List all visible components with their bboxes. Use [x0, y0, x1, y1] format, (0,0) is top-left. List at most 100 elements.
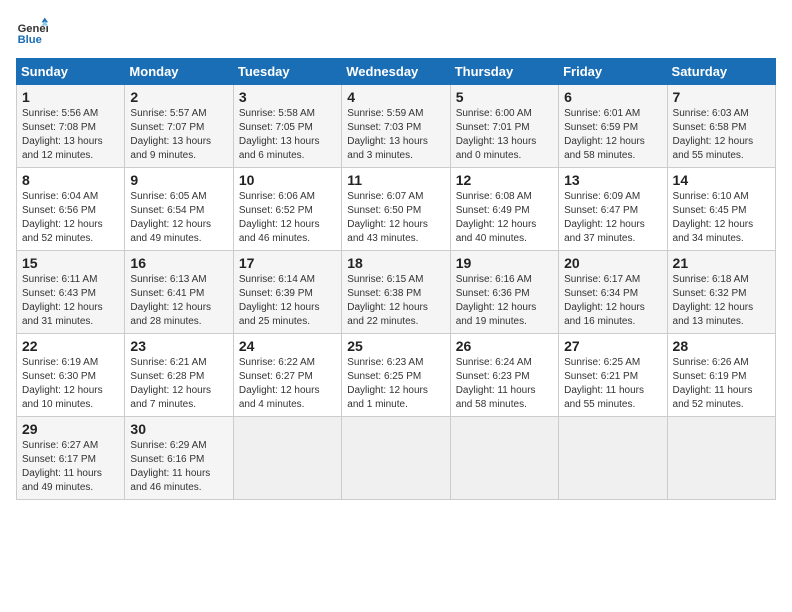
day-cell: 22 Sunrise: 6:19 AMSunset: 6:30 PMDayligh… — [17, 334, 125, 417]
empty-cell — [667, 417, 775, 500]
calendar-week-row: 15 Sunrise: 6:11 AMSunset: 6:43 PMDayligh… — [17, 251, 776, 334]
day-cell: 20Sunrise: 6:17 AMSunset: 6:34 PMDayligh… — [559, 251, 667, 334]
day-number: 5 — [456, 89, 553, 105]
page-header: General Blue — [16, 16, 776, 48]
day-cell: 25 Sunrise: 6:23 AMSunset: 6:25 PMDayligh… — [342, 334, 450, 417]
day-number: 24 — [239, 338, 336, 354]
header-saturday: Saturday — [667, 59, 775, 85]
day-cell: 30 Sunrise: 6:29 AMSunset: 6:16 PMDayligh… — [125, 417, 233, 500]
day-number: 15 — [22, 255, 119, 271]
day-info: Sunrise: 6:14 AMSunset: 6:39 PMDaylight:… — [239, 273, 336, 329]
day-info: Sunrise: 6:17 AMSunset: 6:34 PMDaylight:… — [564, 273, 661, 329]
day-info: Sunrise: 6:11 AMSunset: 6:43 PMDaylight:… — [22, 273, 119, 329]
day-info: Sunrise: 6:29 AMSunset: 6:16 PMDaylight:… — [130, 439, 227, 495]
empty-cell — [342, 417, 450, 500]
day-info: Sunrise: 6:18 AMSunset: 6:32 PMDaylight:… — [673, 273, 770, 329]
day-info: Sunrise: 6:22 AMSunset: 6:27 PMDaylight:… — [239, 356, 336, 412]
day-info: Sunrise: 6:13 AMSunset: 6:41 PMDaylight:… — [130, 273, 227, 329]
day-info: Sunrise: 6:25 AMSunset: 6:21 PMDaylight:… — [564, 356, 661, 412]
day-cell: 3 Sunrise: 5:58 AMSunset: 7:05 PMDaylight… — [233, 85, 341, 168]
day-cell: 23 Sunrise: 6:21 AMSunset: 6:28 PMDayligh… — [125, 334, 233, 417]
day-info: Sunrise: 6:00 AMSunset: 7:01 PMDaylight:… — [456, 107, 553, 163]
day-cell: 28 Sunrise: 6:26 AMSunset: 6:19 PMDayligh… — [667, 334, 775, 417]
calendar-week-row: 1 Sunrise: 5:56 AMSunset: 7:08 PMDaylight… — [17, 85, 776, 168]
day-number: 25 — [347, 338, 444, 354]
day-info: Sunrise: 5:56 AMSunset: 7:08 PMDaylight:… — [22, 107, 119, 163]
header-sunday: Sunday — [17, 59, 125, 85]
day-number: 8 — [22, 172, 119, 188]
calendar-table: SundayMondayTuesdayWednesdayThursdayFrid… — [16, 58, 776, 500]
day-cell: 16 Sunrise: 6:13 AMSunset: 6:41 PMDayligh… — [125, 251, 233, 334]
day-number: 11 — [347, 172, 444, 188]
day-info: Sunrise: 5:59 AMSunset: 7:03 PMDaylight:… — [347, 107, 444, 163]
day-cell: 15 Sunrise: 6:11 AMSunset: 6:43 PMDayligh… — [17, 251, 125, 334]
day-info: Sunrise: 6:01 AMSunset: 6:59 PMDaylight:… — [564, 107, 661, 163]
day-cell: 4 Sunrise: 5:59 AMSunset: 7:03 PMDaylight… — [342, 85, 450, 168]
day-cell: 10 Sunrise: 6:06 AMSunset: 6:52 PMDayligh… — [233, 168, 341, 251]
day-number: 14 — [673, 172, 770, 188]
day-cell: 12 Sunrise: 6:08 AMSunset: 6:49 PMDayligh… — [450, 168, 558, 251]
day-number: 12 — [456, 172, 553, 188]
header-thursday: Thursday — [450, 59, 558, 85]
day-cell: 2 Sunrise: 5:57 AMSunset: 7:07 PMDaylight… — [125, 85, 233, 168]
day-cell: 27 Sunrise: 6:25 AMSunset: 6:21 PMDayligh… — [559, 334, 667, 417]
day-info: Sunrise: 6:08 AMSunset: 6:49 PMDaylight:… — [456, 190, 553, 246]
calendar-header-row: SundayMondayTuesdayWednesdayThursdayFrid… — [17, 59, 776, 85]
day-info: Sunrise: 6:24 AMSunset: 6:23 PMDaylight:… — [456, 356, 553, 412]
day-number: 23 — [130, 338, 227, 354]
day-number: 13 — [564, 172, 661, 188]
day-info: Sunrise: 6:03 AMSunset: 6:58 PMDaylight:… — [673, 107, 770, 163]
calendar-week-row: 22 Sunrise: 6:19 AMSunset: 6:30 PMDayligh… — [17, 334, 776, 417]
day-number: 1 — [22, 89, 119, 105]
day-number: 19 — [456, 255, 553, 271]
header-friday: Friday — [559, 59, 667, 85]
day-cell: 26 Sunrise: 6:24 AMSunset: 6:23 PMDayligh… — [450, 334, 558, 417]
day-cell: 9 Sunrise: 6:05 AMSunset: 6:54 PMDaylight… — [125, 168, 233, 251]
header-tuesday: Tuesday — [233, 59, 341, 85]
day-number: 4 — [347, 89, 444, 105]
day-number: 17 — [239, 255, 336, 271]
day-info: Sunrise: 6:23 AMSunset: 6:25 PMDaylight:… — [347, 356, 444, 412]
day-number: 3 — [239, 89, 336, 105]
day-number: 30 — [130, 421, 227, 437]
day-cell: 1 Sunrise: 5:56 AMSunset: 7:08 PMDaylight… — [17, 85, 125, 168]
day-info: Sunrise: 6:15 AMSunset: 6:38 PMDaylight:… — [347, 273, 444, 329]
day-number: 16 — [130, 255, 227, 271]
day-cell: 6Sunrise: 6:01 AMSunset: 6:59 PMDaylight… — [559, 85, 667, 168]
day-number: 29 — [22, 421, 119, 437]
day-info: Sunrise: 6:26 AMSunset: 6:19 PMDaylight:… — [673, 356, 770, 412]
day-number: 2 — [130, 89, 227, 105]
calendar-week-row: 8 Sunrise: 6:04 AMSunset: 6:56 PMDaylight… — [17, 168, 776, 251]
day-cell: 18Sunrise: 6:15 AMSunset: 6:38 PMDayligh… — [342, 251, 450, 334]
day-number: 9 — [130, 172, 227, 188]
day-cell: 7 Sunrise: 6:03 AMSunset: 6:58 PMDaylight… — [667, 85, 775, 168]
day-number: 22 — [22, 338, 119, 354]
day-info: Sunrise: 6:05 AMSunset: 6:54 PMDaylight:… — [130, 190, 227, 246]
day-info: Sunrise: 6:06 AMSunset: 6:52 PMDaylight:… — [239, 190, 336, 246]
day-cell: 5 Sunrise: 6:00 AMSunset: 7:01 PMDaylight… — [450, 85, 558, 168]
day-info: Sunrise: 6:04 AMSunset: 6:56 PMDaylight:… — [22, 190, 119, 246]
empty-cell — [559, 417, 667, 500]
day-cell: 24 Sunrise: 6:22 AMSunset: 6:27 PMDayligh… — [233, 334, 341, 417]
day-info: Sunrise: 6:27 AMSunset: 6:17 PMDaylight:… — [22, 439, 119, 495]
day-cell: 29 Sunrise: 6:27 AMSunset: 6:17 PMDayligh… — [17, 417, 125, 500]
day-info: Sunrise: 6:07 AMSunset: 6:50 PMDaylight:… — [347, 190, 444, 246]
empty-cell — [233, 417, 341, 500]
day-info: Sunrise: 6:19 AMSunset: 6:30 PMDaylight:… — [22, 356, 119, 412]
day-cell: 21 Sunrise: 6:18 AMSunset: 6:32 PMDayligh… — [667, 251, 775, 334]
day-number: 27 — [564, 338, 661, 354]
header-monday: Monday — [125, 59, 233, 85]
svg-text:Blue: Blue — [18, 34, 42, 46]
day-number: 28 — [673, 338, 770, 354]
logo-icon: General Blue — [16, 16, 48, 48]
day-number: 10 — [239, 172, 336, 188]
day-info: Sunrise: 5:58 AMSunset: 7:05 PMDaylight:… — [239, 107, 336, 163]
day-cell: 8 Sunrise: 6:04 AMSunset: 6:56 PMDaylight… — [17, 168, 125, 251]
day-info: Sunrise: 6:21 AMSunset: 6:28 PMDaylight:… — [130, 356, 227, 412]
day-number: 21 — [673, 255, 770, 271]
header-wednesday: Wednesday — [342, 59, 450, 85]
day-info: Sunrise: 5:57 AMSunset: 7:07 PMDaylight:… — [130, 107, 227, 163]
day-info: Sunrise: 6:16 AMSunset: 6:36 PMDaylight:… — [456, 273, 553, 329]
day-number: 7 — [673, 89, 770, 105]
day-number: 26 — [456, 338, 553, 354]
